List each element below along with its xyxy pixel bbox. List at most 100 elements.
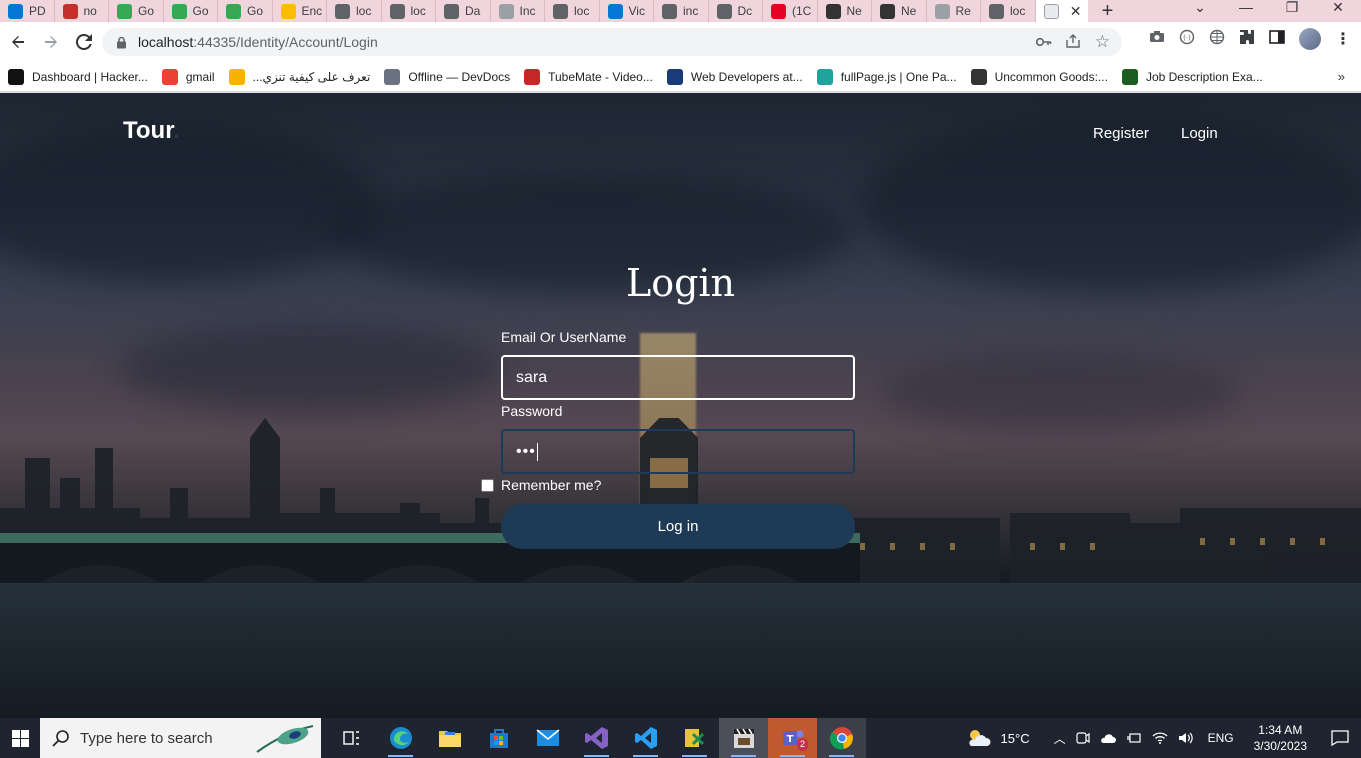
browser-tab[interactable]: Enc	[273, 0, 327, 22]
puzzle-extensions-icon[interactable]	[1239, 29, 1255, 50]
taskbar-teams[interactable]: T 2	[768, 718, 817, 758]
browser-tab[interactable]: inc	[654, 0, 709, 22]
tab-label: inc	[683, 4, 699, 18]
notion-icon	[62, 3, 78, 19]
browser-tab[interactable]: (1C	[763, 0, 818, 22]
bookmark-item[interactable]: Offline — DevDocs	[384, 68, 510, 85]
camera-icon[interactable]	[1149, 30, 1165, 48]
bookmark-item[interactable]: ...تعرف على كيفية تنزي	[228, 68, 370, 85]
peacock-feather-icon	[256, 725, 314, 753]
visual-studio-icon	[584, 727, 608, 749]
taskbar-mail[interactable]	[523, 718, 572, 758]
taskbar-visual-studio[interactable]	[572, 718, 621, 758]
tab-active[interactable]: ✕	[1035, 0, 1088, 22]
bookmark-item[interactable]: fullPage.js | One Pa...	[816, 68, 957, 85]
key-icon[interactable]	[1035, 34, 1052, 50]
taskbar-edge[interactable]	[376, 718, 425, 758]
taskbar-store[interactable]	[474, 718, 523, 758]
bookmark-item[interactable]: Web Developers at...	[666, 68, 803, 85]
taskbar-clock[interactable]: 1:34 AM 3/30/2023	[1254, 722, 1307, 754]
login-button[interactable]: Log in	[501, 504, 855, 549]
weather-temperature[interactable]: 15°C	[1001, 731, 1030, 746]
github-icon	[825, 3, 841, 19]
browser-tab[interactable]: Ne	[818, 0, 872, 22]
extension-circle-icon[interactable]: (·)	[1179, 29, 1195, 50]
profile-avatar[interactable]	[1299, 28, 1321, 50]
browser-tab[interactable]: loc	[981, 0, 1036, 22]
bookmark-star-icon[interactable]: ☆	[1095, 32, 1110, 52]
address-bar[interactable]: localhost:44335/Identity/Account/Login ☆	[102, 28, 1122, 56]
tab-label: Re	[955, 4, 971, 18]
task-view-button[interactable]	[327, 718, 376, 758]
taskbar-vscode[interactable]	[621, 718, 670, 758]
tab-label: Go	[192, 4, 209, 18]
side-panel-icon[interactable]	[1269, 29, 1285, 50]
remember-me-checkbox[interactable]	[481, 478, 494, 492]
reload-button[interactable]	[68, 26, 100, 58]
tab-search-icon[interactable]: ⌄	[1177, 0, 1223, 22]
fullpage-icon	[816, 68, 833, 85]
close-window-icon[interactable]: ✕	[1315, 0, 1361, 22]
menu-kebab-icon[interactable]: ⋮	[1335, 29, 1351, 49]
back-button[interactable]	[2, 26, 34, 58]
taskbar-excel-tool[interactable]	[670, 718, 719, 758]
restore-icon[interactable]: ❐	[1269, 0, 1315, 22]
cloud-icon	[607, 3, 623, 19]
notifications-icon[interactable]	[1331, 730, 1349, 746]
site-brand-logo[interactable]: Tour.	[123, 117, 180, 145]
browser-tab[interactable]: Go	[218, 0, 273, 22]
browser-tab[interactable]: Go	[109, 0, 164, 22]
taskbar-file-explorer[interactable]	[425, 718, 474, 758]
folder-icon	[438, 731, 461, 747]
toolbar-extensions: (·) ⋮	[1149, 28, 1351, 50]
browser-tab[interactable]: Go	[164, 0, 218, 22]
browser-tab[interactable]: loc	[327, 0, 382, 22]
remember-me-label[interactable]: Remember me?	[501, 477, 601, 493]
browser-tab[interactable]: Inc	[491, 0, 545, 22]
minimize-icon[interactable]: —	[1223, 0, 1269, 22]
close-tab-icon[interactable]: ✕	[1070, 3, 1082, 20]
onedrive-cloud-icon[interactable]	[1100, 732, 1116, 744]
browser-tab[interactable]: Vic	[600, 0, 654, 22]
wifi-icon[interactable]	[1152, 731, 1168, 745]
store-bag-icon	[489, 729, 508, 748]
password-field[interactable]: •••	[501, 429, 855, 474]
new-tab-button[interactable]: +	[1088, 0, 1128, 23]
taskbar-search[interactable]: Type here to search	[40, 718, 321, 758]
bookmark-label: fullPage.js | One Pa...	[840, 69, 957, 84]
uncommon-goods-icon	[970, 68, 987, 85]
taskbar-video-editor[interactable]	[719, 718, 768, 758]
google-meet-icon	[226, 3, 241, 19]
nav-login-link[interactable]: Login	[1181, 125, 1218, 142]
bookmark-item[interactable]: Job Description Exa...	[1121, 68, 1263, 85]
chevron-up-icon[interactable]: ︿	[1054, 730, 1066, 747]
browser-tab[interactable]: Dc	[709, 0, 763, 22]
github-icon	[880, 3, 895, 19]
email-field[interactable]	[501, 355, 855, 400]
vpn-globe-icon[interactable]	[1209, 29, 1225, 50]
nav-register-link[interactable]: Register	[1093, 125, 1149, 142]
bookmark-item[interactable]: TubeMate - Video...	[524, 68, 653, 85]
battery-plug-icon[interactable]	[1126, 731, 1142, 745]
bookmark-item[interactable]: gmail	[161, 68, 215, 85]
volume-icon[interactable]	[1178, 731, 1194, 745]
share-icon[interactable]	[1066, 33, 1081, 51]
browser-tab[interactable]: loc	[382, 0, 436, 22]
input-language[interactable]: ENG	[1208, 731, 1234, 745]
vscode-icon	[634, 727, 657, 749]
forward-button[interactable]	[35, 26, 67, 58]
bookmark-item[interactable]: Uncommon Goods:...	[970, 68, 1108, 85]
browser-tab[interactable]: loc	[545, 0, 600, 22]
browser-tab[interactable]: PD	[0, 0, 55, 22]
browser-tab[interactable]: Re	[927, 0, 981, 22]
taskbar-chrome[interactable]	[817, 718, 866, 758]
browser-tab[interactable]: no	[55, 0, 109, 22]
more-bookmarks-button[interactable]: »	[1338, 69, 1345, 84]
meet-now-icon[interactable]	[1075, 730, 1090, 746]
start-button[interactable]	[0, 718, 40, 758]
browser-tab[interactable]: Ne	[872, 0, 927, 22]
browser-tab[interactable]: Da	[436, 0, 491, 22]
bookmark-item[interactable]: Dashboard | Hacker...	[8, 68, 148, 85]
background-cloud	[120, 323, 500, 413]
lock-icon[interactable]	[114, 35, 128, 49]
